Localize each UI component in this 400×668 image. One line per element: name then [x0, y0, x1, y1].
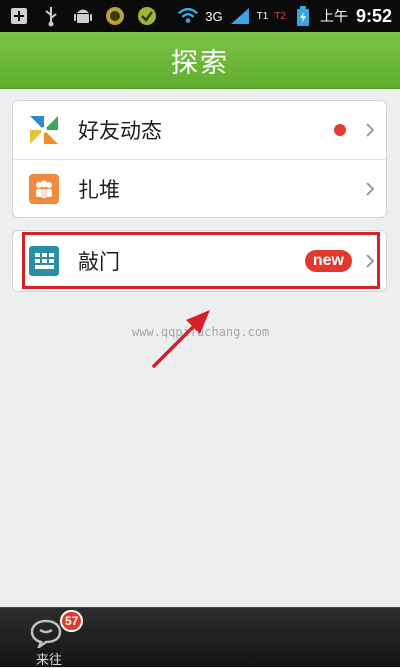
status-left-icons — [8, 5, 158, 27]
wifi-icon — [177, 5, 199, 27]
plus-box-icon — [8, 5, 30, 27]
clock: 9:52 — [355, 5, 392, 26]
door-icon — [27, 244, 61, 278]
chevron-right-icon — [366, 254, 375, 268]
android-icon — [72, 5, 94, 27]
sim-label-1: T1 — [256, 10, 269, 22]
unread-count-badge: 57 — [60, 610, 84, 632]
app-icon — [104, 5, 126, 27]
menu-item-group[interactable]: 扎堆 — [13, 159, 386, 217]
sim-label-2: T2 — [274, 10, 286, 22]
menu-item-label: 扎堆 — [78, 178, 120, 202]
group-icon — [27, 172, 61, 206]
battery-icon — [292, 5, 314, 27]
header-bar: 探索 — [0, 32, 400, 89]
usb-icon — [40, 5, 62, 27]
pointer-arrow-icon — [152, 310, 210, 368]
chat-bubble-icon — [30, 618, 62, 652]
page-title: 探索 — [171, 47, 229, 79]
menu-item-friend-feed[interactable]: 好友动态 — [13, 101, 386, 159]
am-pm-label: 上午 — [319, 8, 348, 24]
network-type: 3G — [205, 8, 223, 24]
signal-icon — [229, 5, 251, 27]
tab-label: 来往 — [36, 653, 63, 668]
app-icon-2 — [136, 5, 158, 27]
menu-item-label: 好友动态 — [78, 119, 162, 143]
status-bar: 3G T1 T2 上午 9:52 — [0, 0, 400, 32]
menu-item-label: 敲门 — [78, 250, 120, 274]
tab-laiwang[interactable]: 57 来往 — [22, 610, 84, 668]
unread-dot — [334, 124, 346, 136]
menu-item-knock[interactable]: 敲门 new — [13, 231, 386, 291]
new-badge: new — [304, 250, 352, 272]
status-right: 3G T1 T2 上午 9:52 — [177, 0, 392, 32]
menu-card-secondary: 敲门 new — [12, 230, 387, 292]
bottom-tab-bar: 57 来往 — [0, 607, 400, 668]
chevron-right-icon — [366, 182, 375, 196]
chevron-right-icon — [366, 123, 375, 137]
menu-card-primary: 好友动态 扎堆 — [12, 100, 387, 218]
pinwheel-icon — [27, 113, 61, 147]
